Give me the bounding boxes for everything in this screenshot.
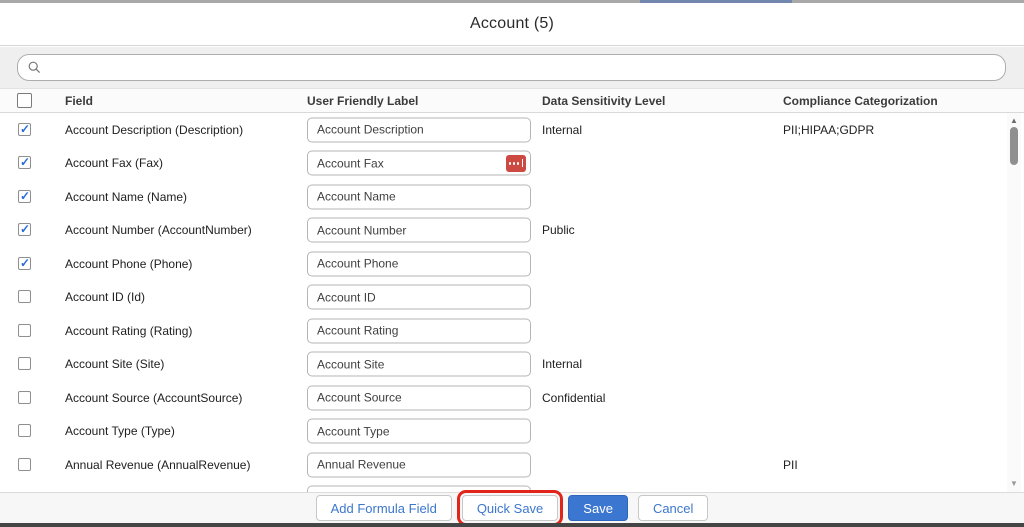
row-checkbox[interactable]: [18, 357, 31, 371]
field-name-label: Account Number (AccountNumber): [65, 223, 252, 238]
modal-header: Account (5): [0, 3, 1024, 46]
row-checkbox[interactable]: [18, 189, 31, 203]
data-sensitivity-value: Internal: [542, 122, 583, 137]
table-row: Account Rating (Rating): [0, 314, 1024, 348]
compliance-categorization-value: PII: [783, 457, 798, 472]
table-row: Account Phone (Phone): [0, 247, 1024, 281]
field-name-label: Account Name (Name): [65, 189, 188, 204]
data-sensitivity-value: Public: [542, 223, 575, 238]
user-friendly-label-wrap: [307, 418, 531, 444]
search-icon: [28, 61, 41, 74]
row-checkbox[interactable]: [18, 122, 31, 136]
field-name-label: Annual Revenue (AnnualRevenue): [65, 457, 251, 472]
user-friendly-label-wrap: [307, 318, 531, 344]
search-box[interactable]: [17, 54, 1006, 81]
vertical-scrollbar[interactable]: ▲ ▼: [1007, 113, 1021, 492]
user-friendly-label-wrap: [307, 217, 531, 243]
field-name-label: Account ID (Id): [65, 290, 146, 305]
field-name-label: Account Site (Site): [65, 357, 165, 372]
user-friendly-label-input[interactable]: [307, 385, 531, 411]
field-name-label: Account Type (Type): [65, 424, 175, 439]
user-friendly-label-input[interactable]: [307, 150, 531, 176]
user-friendly-label-wrap: [307, 184, 531, 210]
table-row: Account Number (AccountNumber) Public: [0, 214, 1024, 248]
table-row: [0, 482, 1024, 492]
column-header-user-friendly-label: User Friendly Label: [307, 93, 419, 108]
field-name-label: Account Source (AccountSource): [65, 390, 243, 405]
add-formula-field-button[interactable]: Add Formula Field: [315, 495, 452, 521]
data-sensitivity-value: Confidential: [542, 390, 606, 405]
data-sensitivity-value: Internal: [542, 357, 583, 372]
row-checkbox[interactable]: [18, 222, 31, 237]
row-checkbox[interactable]: [18, 323, 31, 337]
table-row: Account Source (AccountSource) Confident…: [0, 381, 1024, 415]
compliance-categorization-value: PII;HIPAA;GDPR: [783, 122, 875, 137]
user-friendly-label-wrap: [307, 385, 531, 411]
scroll-up-arrow-icon[interactable]: ▲: [1007, 115, 1021, 127]
cancel-button[interactable]: Cancel: [637, 495, 709, 521]
field-name-label: Account Rating (Rating): [65, 323, 193, 338]
user-friendly-label-input[interactable]: [307, 284, 531, 310]
search-band: [0, 47, 1024, 89]
user-friendly-label-input[interactable]: [307, 318, 531, 344]
scroll-down-arrow-icon[interactable]: ▼: [1007, 478, 1021, 490]
user-friendly-label-wrap: [307, 150, 531, 176]
quick-save-button[interactable]: Quick Save: [456, 490, 564, 526]
row-checkbox[interactable]: [18, 457, 31, 471]
user-friendly-label-input[interactable]: [307, 251, 531, 277]
extension-badge-icon[interactable]: [506, 154, 526, 172]
page-title: Account (5): [469, 15, 554, 32]
table-row: Account Site (Site) Internal: [0, 348, 1024, 382]
browser-bottom-edge: [0, 523, 1024, 527]
user-friendly-label-input[interactable]: [307, 217, 531, 243]
column-header-compliance-categorization: Compliance Categorization: [783, 93, 938, 108]
save-button[interactable]: Save: [568, 495, 628, 521]
table-row: Account Description (Description) Intern…: [0, 113, 1024, 147]
user-friendly-label-wrap: [307, 284, 531, 310]
user-friendly-label-input[interactable]: [307, 117, 531, 143]
user-friendly-label-wrap: [307, 351, 531, 377]
footer-action-bar: Add Formula Field Quick Save Save Cancel: [0, 490, 1024, 526]
row-checkbox[interactable]: [18, 155, 31, 170]
table-row: Account ID (Id): [0, 281, 1024, 315]
table-row: Annual Revenue (AnnualRevenue) PII: [0, 448, 1024, 482]
user-friendly-label-input[interactable]: [307, 452, 531, 478]
search-input[interactable]: [41, 55, 1005, 80]
user-friendly-label-wrap: [307, 251, 531, 277]
user-friendly-label-wrap: [307, 117, 531, 143]
scrollbar-thumb[interactable]: [1010, 127, 1018, 165]
select-all-checkbox[interactable]: [17, 93, 32, 108]
field-table-body: Account Description (Description) Intern…: [0, 113, 1024, 492]
row-checkbox[interactable]: [18, 390, 31, 404]
modal-window: Account (5) Field User Friendly Label Da…: [0, 0, 1024, 527]
row-checkbox[interactable]: [18, 424, 31, 438]
field-name-label: Account Description (Description): [65, 122, 244, 137]
row-checkbox[interactable]: [18, 290, 31, 304]
column-header-field: Field: [65, 93, 94, 108]
row-checkbox[interactable]: [18, 256, 31, 270]
user-friendly-label-input[interactable]: [307, 418, 531, 444]
table-row: Account Name (Name): [0, 180, 1024, 214]
user-friendly-label-input[interactable]: [307, 184, 531, 210]
field-name-label: Account Phone (Phone): [65, 256, 193, 271]
user-friendly-label-input[interactable]: [307, 351, 531, 377]
column-header-data-sensitivity-level: Data Sensitivity Level: [542, 93, 666, 108]
field-name-label: Account Fax (Fax): [65, 156, 164, 171]
table-row: Account Fax (Fax): [0, 147, 1024, 181]
table-row: Account Type (Type): [0, 415, 1024, 449]
table-header-row: Field User Friendly Label Data Sensitivi…: [0, 89, 1024, 113]
user-friendly-label-wrap: [307, 452, 531, 478]
